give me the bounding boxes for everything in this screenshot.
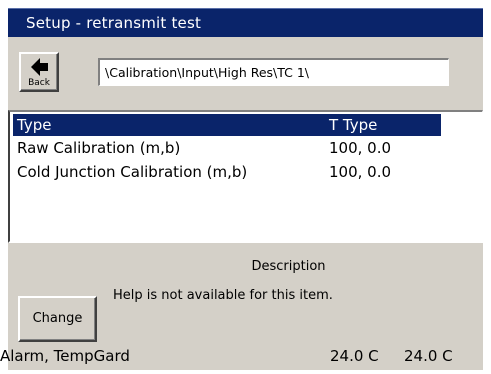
change-button[interactable]: Change: [18, 296, 97, 342]
description-text: Help is not available for this item.: [113, 288, 333, 303]
settings-list[interactable]: Type T Type Raw Calibration (m,b) 100, 0…: [8, 110, 483, 243]
item-value: 100, 0.0: [329, 139, 392, 157]
list-item-raw-calibration[interactable]: Raw Calibration (m,b) 100, 0.0: [13, 137, 441, 159]
app-window: Setup - retransmit test Back \Calibratio…: [0, 0, 491, 374]
temperature-reading-2: 24.0 C: [404, 347, 453, 365]
item-value: 100, 0.0: [329, 163, 392, 181]
item-name: Raw Calibration (m,b): [17, 139, 181, 157]
item-name: Cold Junction Calibration (m,b): [17, 163, 248, 181]
list-item-type[interactable]: Type T Type: [13, 114, 441, 136]
status-bar: Alarm, TempGard 24.0 C 24.0 C: [0, 344, 483, 370]
list-item-cold-junction-calibration[interactable]: Cold Junction Calibration (m,b) 100, 0.0: [13, 161, 441, 183]
item-name: Type: [17, 116, 52, 134]
window-title: Setup - retransmit test: [26, 14, 202, 32]
back-button-label: Back: [28, 78, 50, 88]
title-bar: Setup - retransmit test: [8, 8, 483, 38]
item-value: T Type: [329, 116, 378, 134]
temperature-reading-1: 24.0 C: [330, 347, 379, 365]
path-field: \Calibration\Input\High Res\TC 1\: [98, 58, 449, 86]
main-panel: Back \Calibration\Input\High Res\TC 1\ T…: [0, 37, 483, 370]
back-button[interactable]: Back: [19, 52, 59, 92]
arrow-left-icon: [31, 58, 48, 76]
description-heading: Description: [251, 259, 326, 274]
path-text: \Calibration\Input\High Res\TC 1\: [105, 65, 310, 80]
alarm-status: Alarm, TempGard: [0, 347, 130, 365]
